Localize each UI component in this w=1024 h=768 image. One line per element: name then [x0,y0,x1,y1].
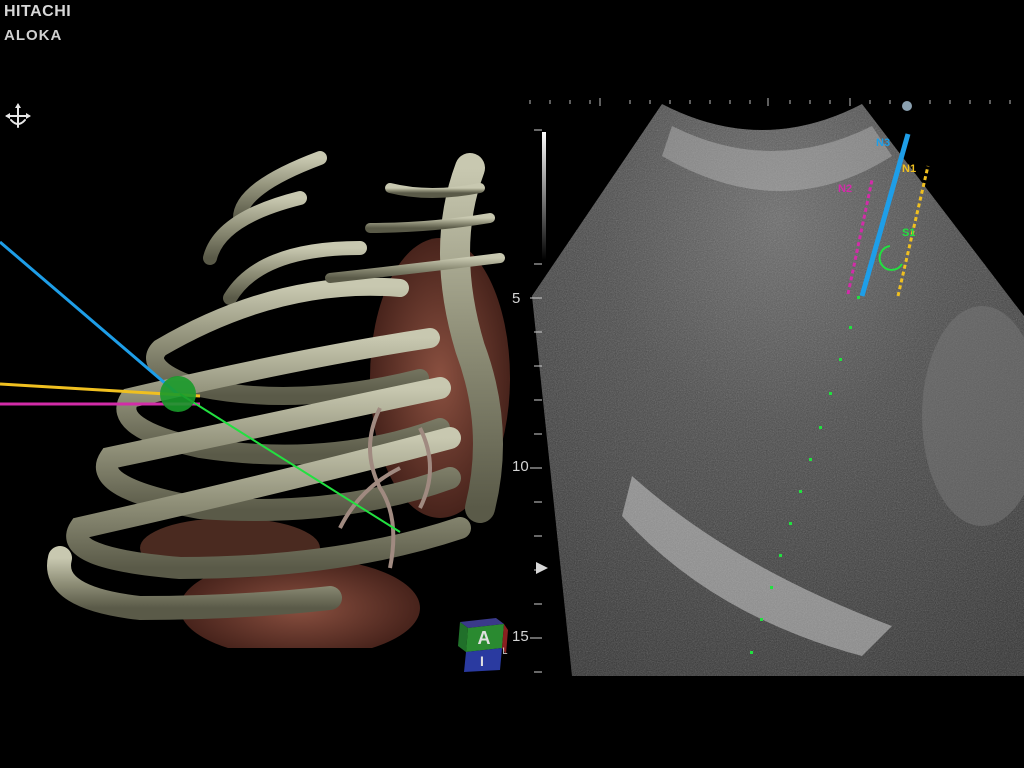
brand-line-2: ALOKA [4,27,63,44]
ct-render-graphic [0,151,510,648]
cube-face-front: A [478,628,491,648]
top-ruler [529,98,1011,106]
focus-marker-icon[interactable] [536,562,548,574]
cube-face-bottom: I [480,653,484,669]
target-sphere [160,376,196,412]
ultrasound-image[interactable]: N3 N2 N1 S1 [512,96,1024,686]
brand-logo: HITACHI ALOKA [4,3,72,44]
needle-n3-label: N3 [876,137,890,149]
ct-volume-render[interactable] [0,128,512,648]
depth-label-5: 5 [512,290,521,307]
ultrasound-graphic: N3 N2 N1 S1 [529,98,1024,676]
depth-label-10: 10 [512,458,529,475]
needle-n3-trajectory [0,240,181,398]
needle-n2-label: N2 [838,183,852,195]
depth-label-15: 15 [512,628,529,645]
needle-s1-label: S1 [902,227,915,239]
probe-marker [902,101,912,111]
needle-n1-label: N1 [902,163,916,175]
cube-face-side: L [502,646,507,656]
grayscale-bar [542,132,546,260]
brand-line-1: HITACHI [4,3,72,20]
orientation-cube-icon[interactable]: A I L [456,614,508,674]
move-cursor-icon[interactable] [4,102,32,130]
depth-ruler [530,129,542,673]
